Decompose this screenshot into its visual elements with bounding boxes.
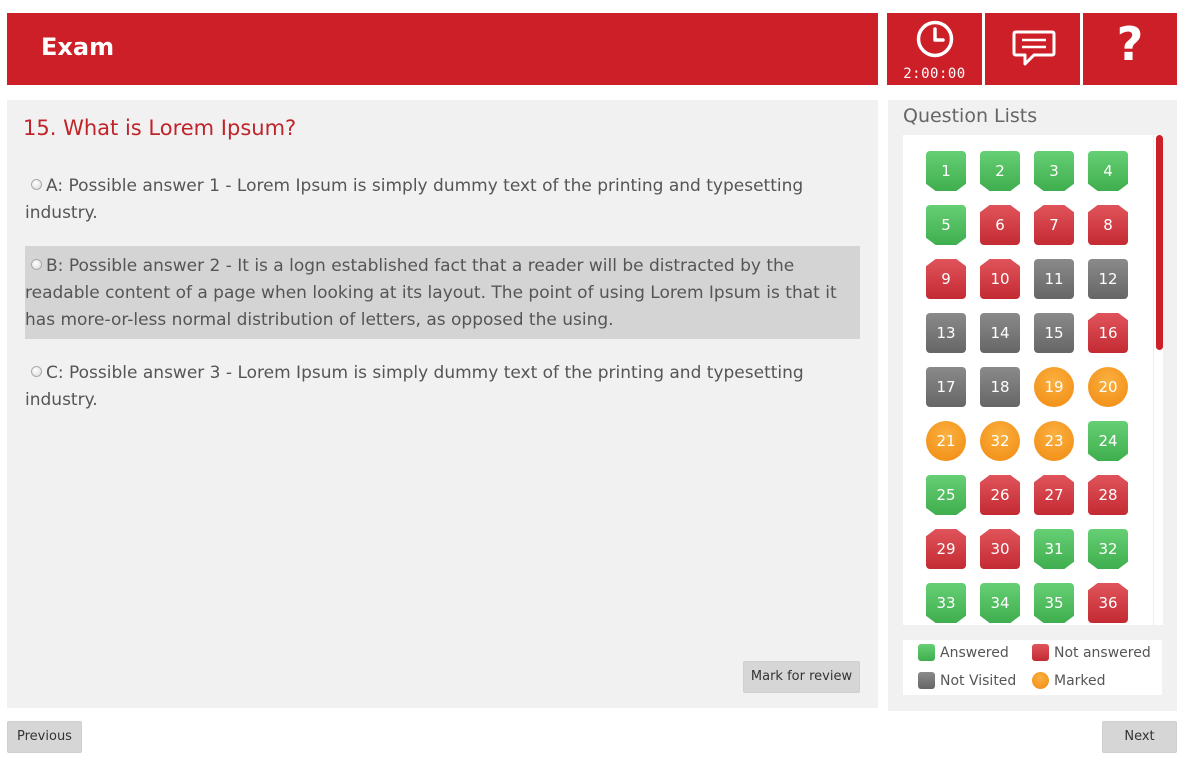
question-tile-answered[interactable]: 32 (1088, 529, 1128, 569)
answer-option-c[interactable]: CPossible answer 3 - Lorem Ipsum is simp… (25, 353, 860, 419)
legend-label: Marked (1054, 672, 1106, 689)
legend-not-answered: Not answered (1032, 644, 1151, 661)
option-letter: C (46, 363, 69, 383)
question-tile-not-visited[interactable]: 18 (980, 367, 1020, 407)
radio-button-a[interactable] (31, 179, 42, 190)
scrollbar-thumb[interactable] (1156, 135, 1163, 350)
question-tile-answered[interactable]: 24 (1088, 421, 1128, 461)
scrollbar[interactable] (1153, 135, 1163, 625)
legend-marked: Marked (1032, 672, 1106, 689)
answer-option-a[interactable]: APossible answer 1 - Lorem Ipsum is simp… (25, 166, 860, 232)
question-tile-not-answered[interactable]: 30 (980, 529, 1020, 569)
chat-button[interactable] (985, 13, 1080, 85)
question-tile-answered[interactable]: 31 (1034, 529, 1074, 569)
question-tile-not-answered[interactable]: 7 (1034, 205, 1074, 245)
question-tile-answered[interactable]: 4 (1088, 151, 1128, 191)
question-tile-marked[interactable]: 21 (926, 421, 966, 461)
question-tile-answered[interactable]: 5 (926, 205, 966, 245)
option-letter: B (46, 256, 69, 276)
question-tile-not-visited[interactable]: 14 (980, 313, 1020, 353)
answered-swatch (918, 644, 935, 661)
question-list-title: Question Lists (903, 105, 1038, 127)
question-tile-not-visited[interactable]: 15 (1034, 313, 1074, 353)
question-panel: 15What is Lorem Ipsum? APossible answer … (7, 100, 878, 708)
question-tile-answered[interactable]: 34 (980, 583, 1020, 623)
timer-value: 2:00:00 (903, 66, 966, 82)
question-grid-container: 1 2 3 4 5 6 7 8 9 10 11 12 13 14 15 16 17 18 19 20 21 32 23 24 2… (903, 135, 1162, 625)
question-list-panel: Question Lists 1 2 3 4 5 6 7 8 9 10 11 12 13 14 15 16 17… (888, 100, 1177, 711)
page-title: Exam (41, 33, 115, 61)
legend-label: Not answered (1054, 644, 1151, 661)
option-letter: A (46, 176, 68, 196)
help-button[interactable]: ? (1083, 13, 1177, 85)
question-tile-not-answered[interactable]: 28 (1088, 475, 1128, 515)
question-tile-marked[interactable]: 32 (980, 421, 1020, 461)
radio-button-c[interactable] (31, 366, 42, 377)
legend-not-visited: Not Visited (918, 672, 1016, 689)
marked-swatch (1032, 672, 1049, 689)
question-tile-answered[interactable]: 1 (926, 151, 966, 191)
question-tile-not-visited[interactable]: 13 (926, 313, 966, 353)
question-tile-not-answered[interactable]: 9 (926, 259, 966, 299)
question-tile-not-answered[interactable]: 8 (1088, 205, 1128, 245)
option-text: Possible answer 1 - Lorem Ipsum is simpl… (25, 176, 804, 223)
question-tile-marked[interactable]: 23 (1034, 421, 1074, 461)
question-tile-not-answered[interactable]: 10 (980, 259, 1020, 299)
question-tile-not-answered[interactable]: 26 (980, 475, 1020, 515)
question-tile-answered[interactable]: 3 (1034, 151, 1074, 191)
help-icon: ? (1116, 17, 1144, 71)
question-tile-not-answered[interactable]: 6 (980, 205, 1020, 245)
header-bar: Exam (7, 13, 878, 85)
not-answered-swatch (1032, 644, 1049, 661)
legend-answered: Answered (918, 644, 1009, 661)
mark-for-review-button[interactable]: Mark for review (743, 661, 860, 693)
question-tile-not-answered[interactable]: 36 (1088, 583, 1128, 623)
next-button[interactable]: Next (1102, 721, 1177, 753)
chat-icon (1012, 30, 1056, 66)
question-tile-not-visited[interactable]: 12 (1088, 259, 1128, 299)
question-title: 15What is Lorem Ipsum? (23, 116, 296, 140)
clock-icon (916, 20, 954, 58)
question-tile-not-visited[interactable]: 11 (1034, 259, 1074, 299)
legend-label: Answered (940, 644, 1009, 661)
question-text: What is Lorem Ipsum? (63, 116, 297, 140)
question-tile-answered[interactable]: 25 (926, 475, 966, 515)
question-tile-not-answered[interactable]: 16 (1088, 313, 1128, 353)
answer-option-b[interactable]: BPossible answer 2 - It is a logn establ… (25, 246, 860, 339)
question-tile-marked[interactable]: 20 (1088, 367, 1128, 407)
legend-label: Not Visited (940, 672, 1017, 689)
status-legend: Answered Not answered Not Visited Marked (903, 640, 1162, 695)
question-tile-not-answered[interactable]: 27 (1034, 475, 1074, 515)
option-text: Possible answer 3 - Lorem Ipsum is simpl… (25, 363, 804, 410)
option-text: Possible answer 2 - It is a logn establi… (25, 256, 837, 330)
previous-button[interactable]: Previous (7, 721, 82, 753)
question-tile-not-visited[interactable]: 17 (926, 367, 966, 407)
question-tile-not-answered[interactable]: 29 (926, 529, 966, 569)
radio-button-b[interactable] (31, 259, 42, 270)
question-tile-marked[interactable]: 19 (1034, 367, 1074, 407)
timer-panel: 2:00:00 (887, 13, 982, 85)
question-grid: 1 2 3 4 5 6 7 8 9 10 11 12 13 14 15 16 17 18 19 20 21 32 23 24 2… (926, 151, 1128, 623)
question-tile-answered[interactable]: 2 (980, 151, 1020, 191)
not-visited-swatch (918, 672, 935, 689)
question-tile-answered[interactable]: 33 (926, 583, 966, 623)
question-number: 15 (23, 116, 63, 140)
question-tile-answered[interactable]: 35 (1034, 583, 1074, 623)
